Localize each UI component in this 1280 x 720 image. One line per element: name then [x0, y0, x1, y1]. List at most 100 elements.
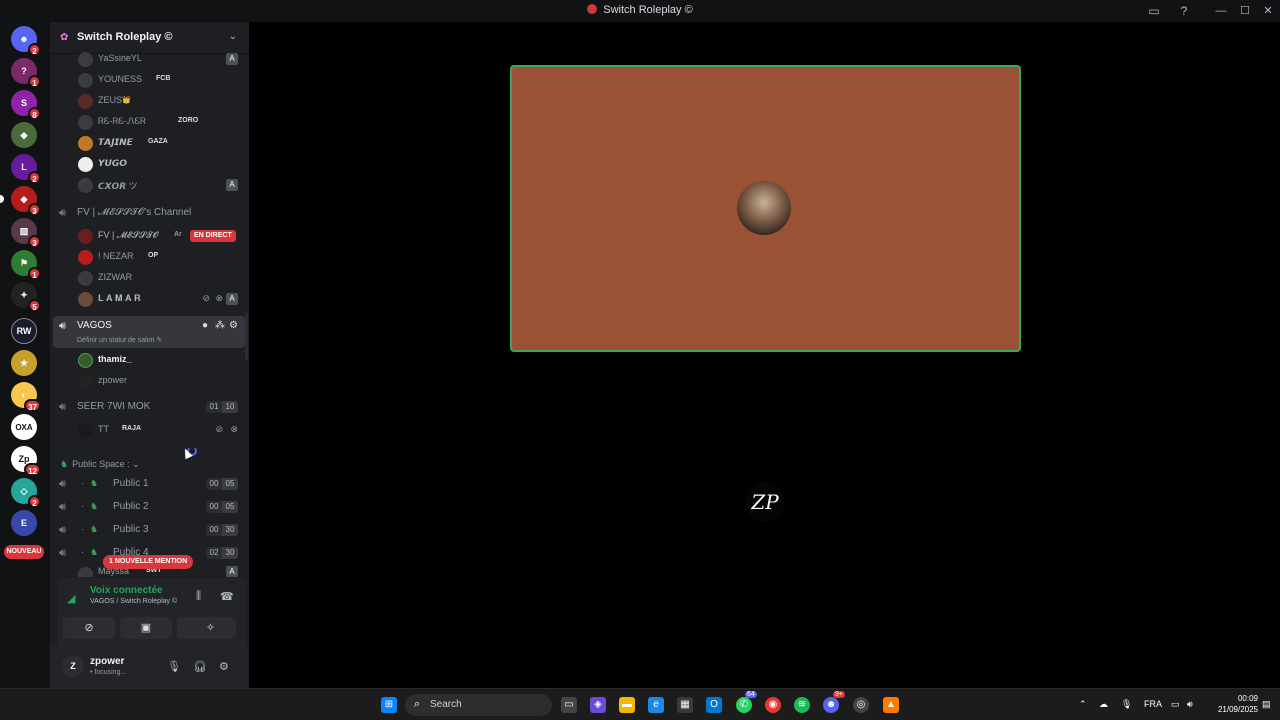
server-icon-1[interactable]: ? 1: [11, 58, 41, 88]
user-tag: FCB: [156, 75, 171, 82]
new-servers-pill[interactable]: NOUVEAU: [4, 545, 44, 559]
user-status: • focusing...: [90, 669, 127, 676]
user-count-limit: 10: [222, 401, 238, 413]
server-icon-rw[interactable]: RW: [11, 318, 37, 344]
user-count-limit: 30: [222, 547, 238, 559]
voice-channel-public-3[interactable]: 🔊︎ · ♞ Public 3 00 30: [50, 520, 249, 541]
voice-channel-vagos[interactable]: 🔊︎ VAGOS Définir un statut de salon ✎ ● …: [53, 316, 245, 348]
chrome-icon[interactable]: ◉: [765, 697, 781, 713]
voice-user[interactable]: ZIZWAR: [50, 268, 249, 289]
avast-icon[interactable]: ▲: [883, 697, 899, 713]
new-mention-pill[interactable]: 1 NOUVELLE MENTION: [103, 555, 194, 569]
noise-suppression-icon[interactable]: ⫼: [196, 590, 201, 603]
voice-user[interactable]: YaSsineYL A: [50, 49, 249, 70]
microphone-icon[interactable]: 🎙︎: [167, 660, 181, 673]
category-public-space[interactable]: ♞ Public Space : ⌄: [60, 459, 140, 470]
notifications-icon[interactable]: ▤: [1262, 699, 1271, 710]
voice-user[interactable]: 𝘾𝙓𝙊𝙍 ツ A: [50, 175, 249, 196]
participant-tile[interactable]: [510, 65, 1021, 352]
spotify-icon[interactable]: ≋: [794, 697, 810, 713]
server-icon-3[interactable]: ◆: [11, 122, 37, 148]
server-icon-2[interactable]: S8: [11, 90, 41, 120]
server-icon-6[interactable]: ▨ 3: [11, 218, 41, 248]
voice-channel-public-1[interactable]: 🔊︎ · ♞ Public 1 00 05: [50, 474, 249, 495]
copilot-icon[interactable]: ◈: [590, 697, 606, 713]
chevron-up-icon[interactable]: ⌃: [1079, 699, 1087, 710]
language-indicator[interactable]: FRA: [1144, 699, 1162, 709]
server-icon-11[interactable]: ◐ 37: [11, 382, 41, 412]
voice-status-subtitle[interactable]: VAGOS / Switch Roleplay ©: [90, 598, 177, 605]
voice-user[interactable]: ᏒᏋ-ᏒᏋ-ᏁᏋᏒ ZORO: [50, 112, 249, 133]
server-icon-7[interactable]: ⚑ 1: [11, 250, 41, 280]
server-icon-14[interactable]: ◇ 2: [11, 478, 41, 508]
task-view-icon[interactable]: ▭: [561, 697, 577, 713]
voice-user[interactable]: 𝙔𝙐𝙂𝙊: [50, 154, 249, 175]
server-icon-15[interactable]: E: [11, 510, 37, 536]
inbox-icon[interactable]: ▭: [1146, 3, 1162, 19]
file-explorer-icon[interactable]: ▬: [619, 697, 635, 713]
voice-user[interactable]: ! NEZAR OP: [50, 247, 249, 268]
voice-status-title[interactable]: Voix connectée: [90, 585, 163, 596]
voice-channel-public-2[interactable]: 🔊︎ · ♞ Public 2 00 05: [50, 497, 249, 518]
chevron-down-icon[interactable]: ⌄: [229, 31, 237, 42]
discord-icon[interactable]: ☻: [823, 697, 839, 713]
user-count: 01 10: [206, 401, 238, 413]
discord-home-button[interactable]: ☻ 2: [11, 26, 41, 56]
chat-icon[interactable]: ●: [202, 320, 208, 331]
server-icon-5[interactable]: ◈ 3: [0, 186, 41, 216]
participant-logo-avatar[interactable]: ZP: [745, 482, 785, 522]
server-icon-8[interactable]: ✦ 5: [11, 282, 41, 312]
camera-off-button[interactable]: ⊘: [63, 617, 115, 639]
help-icon[interactable]: ?: [1176, 3, 1192, 19]
app-icon[interactable]: ◎: [853, 697, 869, 713]
voice-channel-messto[interactable]: 🔊︎ FV | 𝓜𝓔𝓢𝓢𝓣𝓞's Channel: [50, 203, 249, 224]
voice-user[interactable]: 𝙏𝘼𝙅𝙄𝙉𝙀 GAZA: [50, 133, 249, 154]
signal-icon[interactable]: ◢: [67, 592, 75, 605]
minimize-button[interactable]: —: [1209, 2, 1233, 20]
taskbar-search[interactable]: ⌕ Search: [405, 694, 552, 716]
close-button[interactable]: ✕: [1256, 2, 1280, 20]
microphone-icon[interactable]: 🎙︎: [1121, 699, 1132, 710]
user-count: 00 05: [206, 478, 238, 490]
server-icon-oxa[interactable]: OXA: [11, 414, 37, 440]
store-icon[interactable]: ▦: [677, 697, 693, 713]
voice-user[interactable]: zpower: [50, 371, 249, 392]
speaker-icon: 🔊︎: [59, 401, 66, 413]
server-icon-zp[interactable]: Zp 12: [11, 446, 41, 476]
voice-user[interactable]: TT RAJA ⊘ ⊗: [50, 420, 249, 441]
outlook-icon[interactable]: O: [706, 697, 722, 713]
speaker-icon: 🔊︎: [59, 524, 66, 536]
windows-start-icon[interactable]: ⊞: [381, 697, 397, 713]
speaker-icon: 🔊︎: [59, 501, 66, 513]
voice-user[interactable]: thamiz_: [50, 350, 249, 371]
avatar[interactable]: Z: [62, 655, 84, 677]
onedrive-icon[interactable]: ☁: [1099, 699, 1108, 710]
channel-name: VAGOS: [77, 320, 112, 331]
network-icon[interactable]: ▭: [1171, 699, 1180, 710]
user-name: ZEUS: [98, 95, 123, 105]
whatsapp-icon[interactable]: ✆: [736, 697, 752, 713]
gear-icon[interactable]: ⚙: [219, 660, 229, 673]
clock[interactable]: 00:09 21/09/2025: [1203, 693, 1258, 715]
voice-user[interactable]: 𝐋 𝐀 𝐌 𝐀 𝐑 ⊘ ⊗ A: [50, 289, 249, 310]
server-icon-10[interactable]: ★: [11, 350, 37, 376]
voice-channel-seer[interactable]: 🔊︎ SEER 7WI MOK 01 10: [50, 397, 249, 418]
voice-user[interactable]: ZEUS 👑: [50, 91, 249, 112]
soundboard-button[interactable]: ✧: [185, 617, 236, 639]
headphones-icon[interactable]: 🎧︎: [193, 660, 207, 673]
disconnect-icon[interactable]: ☎: [220, 590, 234, 603]
voice-stage: ZP: [249, 22, 1280, 688]
edge-icon[interactable]: e: [648, 697, 664, 713]
invite-icon[interactable]: ⁂: [215, 320, 225, 331]
voice-user[interactable]: FV | 𝓜𝓔𝓢𝓢𝓣𝓞 Ar EN DIRECT: [50, 226, 249, 247]
sidebar-scrollbar[interactable]: [245, 312, 248, 360]
maximize-button[interactable]: ☐: [1233, 2, 1257, 20]
share-screen-button[interactable]: ▣: [120, 617, 172, 639]
username[interactable]: zpower: [90, 656, 124, 667]
volume-icon[interactable]: 🔊︎: [1187, 699, 1193, 710]
gear-icon[interactable]: ⚙: [229, 320, 238, 331]
channel-status[interactable]: Définir un statut de salon ✎: [77, 336, 162, 344]
voice-user[interactable]: YOUNESS FCB: [50, 70, 249, 91]
server-icon-4[interactable]: L2: [11, 154, 41, 184]
user-name: 𝐋 𝐀 𝐌 𝐀 𝐑: [98, 293, 141, 303]
